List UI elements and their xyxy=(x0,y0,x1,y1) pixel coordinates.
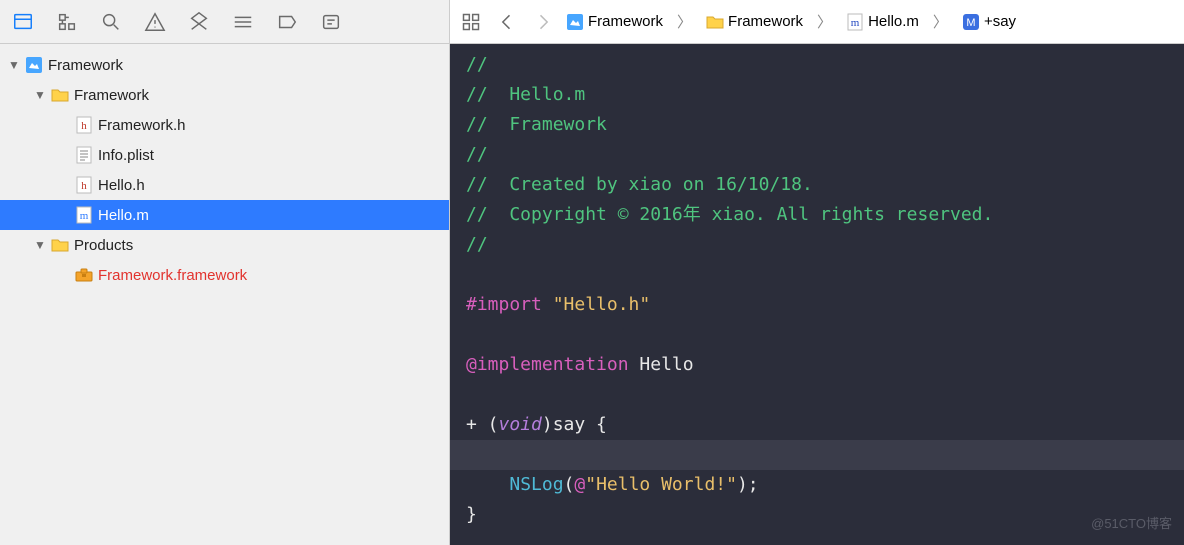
breadcrumb-label: Hello.m xyxy=(868,13,919,30)
file-tree: ▼ Framework ▼ Framework h Framework.h In… xyxy=(0,44,449,545)
tree-label: Hello.h xyxy=(98,177,145,194)
plist-file-icon xyxy=(74,145,94,165)
issue-navigator-icon[interactable] xyxy=(144,11,166,33)
chevron-right-icon: 〉 xyxy=(933,11,948,32)
tree-label: Framework.framework xyxy=(98,267,247,284)
tree-label: Hello.m xyxy=(98,207,149,224)
disclosure-triangle-icon[interactable]: ▼ xyxy=(8,58,20,72)
breakpoint-navigator-icon[interactable] xyxy=(276,11,298,33)
code-line: // Created by xiao on 16/10/18. xyxy=(466,174,813,195)
log-navigator-icon[interactable] xyxy=(320,11,342,33)
svg-text:h: h xyxy=(81,180,87,192)
nav-back-icon[interactable] xyxy=(494,9,520,35)
implementation-file-icon: m xyxy=(74,205,94,225)
tree-label: Framework.h xyxy=(98,117,186,134)
code-editor[interactable]: // // Hello.m // Framework // // Created… xyxy=(450,44,1184,545)
watermark-text: @51CTO博客 xyxy=(1091,509,1172,539)
code-line xyxy=(466,264,477,285)
tree-file-hello-h[interactable]: h Hello.h xyxy=(0,170,449,200)
tree-file-info-plist[interactable]: Info.plist xyxy=(0,140,449,170)
code-line: } xyxy=(466,504,477,525)
svg-text:h: h xyxy=(81,120,87,132)
breadcrumb-label: +say xyxy=(984,13,1016,30)
breadcrumb-folder[interactable]: Framework xyxy=(706,13,803,31)
tree-label: Info.plist xyxy=(98,147,154,164)
code-line: // Framework xyxy=(466,114,607,135)
test-navigator-icon[interactable] xyxy=(188,11,210,33)
code-line xyxy=(466,324,477,345)
code-line: @implementation Hello xyxy=(466,354,694,375)
header-file-icon: h xyxy=(74,115,94,135)
tree-label: Products xyxy=(74,237,133,254)
code-line xyxy=(466,384,477,405)
tree-label: Framework xyxy=(74,87,149,104)
editor-pane: Framework 〉 Framework 〉 m Hello.m 〉 M +s… xyxy=(450,0,1184,545)
code-line: // Hello.m xyxy=(466,84,585,105)
method-symbol-icon: M xyxy=(962,13,980,31)
code-current-line xyxy=(450,440,1184,470)
folder-icon xyxy=(50,235,70,255)
svg-text:m: m xyxy=(80,210,89,222)
nav-forward-icon[interactable] xyxy=(530,9,556,35)
tree-file-framework-h[interactable]: h Framework.h xyxy=(0,110,449,140)
breadcrumb-symbol[interactable]: M +say xyxy=(962,13,1016,31)
chevron-right-icon: 〉 xyxy=(677,11,692,32)
project-icon xyxy=(24,55,44,75)
code-line: + (void)say { xyxy=(466,414,607,435)
tree-file-hello-m[interactable]: m Hello.m xyxy=(0,200,449,230)
folder-icon xyxy=(50,85,70,105)
debug-navigator-icon[interactable] xyxy=(232,11,254,33)
code-line: // xyxy=(466,54,488,75)
code-line: // Copyright © 2016年 xiao. All rights re… xyxy=(466,204,993,225)
code-line xyxy=(466,534,477,545)
breadcrumb-file[interactable]: m Hello.m xyxy=(846,13,919,31)
tree-group-products[interactable]: ▼ Products xyxy=(0,230,449,260)
code-line: #import "Hello.h" xyxy=(466,294,650,315)
code-line: // xyxy=(466,144,488,165)
header-file-icon: h xyxy=(74,175,94,195)
svg-text:M: M xyxy=(966,17,975,29)
editor-toolbar: Framework 〉 Framework 〉 m Hello.m 〉 M +s… xyxy=(450,0,1184,44)
tree-label: Framework xyxy=(48,57,123,74)
tree-group-framework[interactable]: ▼ Framework xyxy=(0,80,449,110)
navigator-toolbar xyxy=(0,0,449,44)
framework-product-icon xyxy=(74,265,94,285)
disclosure-triangle-icon[interactable]: ▼ xyxy=(34,238,46,252)
project-icon xyxy=(566,13,584,31)
svg-text:m: m xyxy=(851,17,860,29)
code-line: NSLog(@"Hello World!"); xyxy=(466,474,759,495)
search-icon[interactable] xyxy=(100,11,122,33)
code-line: // xyxy=(466,234,488,255)
related-items-icon[interactable] xyxy=(458,9,484,35)
symbol-navigator-icon[interactable] xyxy=(56,11,78,33)
implementation-file-icon: m xyxy=(846,13,864,31)
tree-product-framework[interactable]: Framework.framework xyxy=(0,260,449,290)
tree-root-framework[interactable]: ▼ Framework xyxy=(0,50,449,80)
breadcrumb-label: Framework xyxy=(728,13,803,30)
file-navigator-icon[interactable] xyxy=(12,11,34,33)
chevron-right-icon: 〉 xyxy=(817,11,832,32)
navigator-sidebar: ▼ Framework ▼ Framework h Framework.h In… xyxy=(0,0,450,545)
folder-icon xyxy=(706,13,724,31)
breadcrumb-project[interactable]: Framework xyxy=(566,13,663,31)
disclosure-triangle-icon[interactable]: ▼ xyxy=(34,88,46,102)
breadcrumb-label: Framework xyxy=(588,13,663,30)
